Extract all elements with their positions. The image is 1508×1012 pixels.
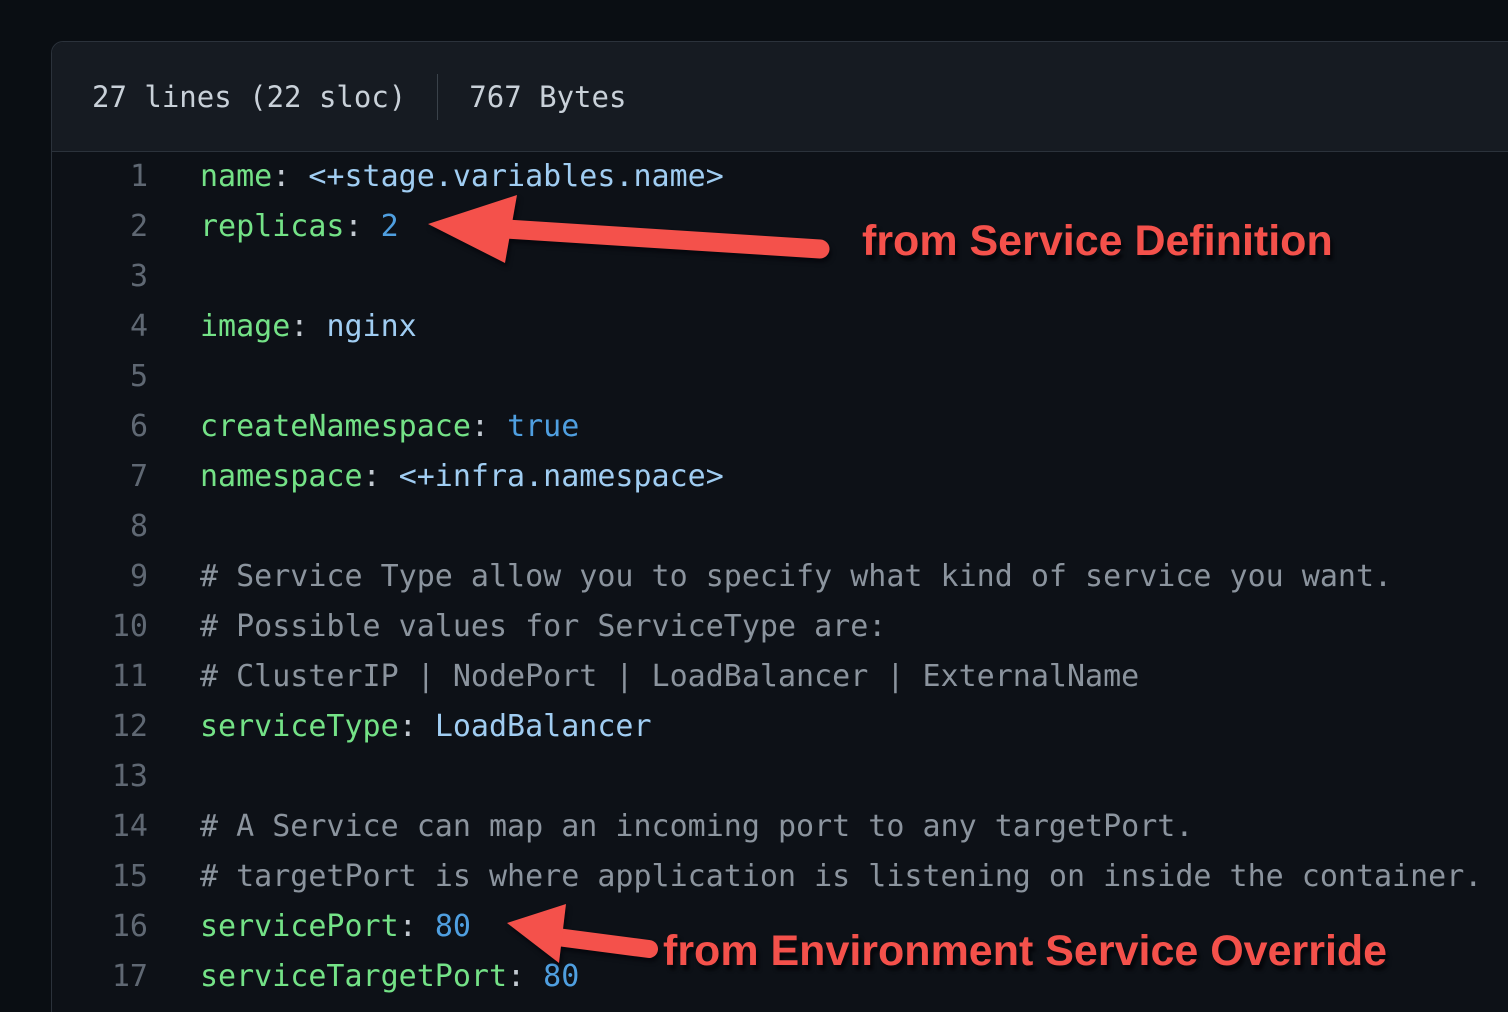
line-number[interactable]: 10 (52, 602, 148, 652)
code-line: 7namespace: <+infra.namespace> (52, 452, 1508, 502)
line-number[interactable]: 16 (52, 902, 148, 952)
code-text: # A Service can map an incoming port to … (148, 802, 1193, 852)
red-arrow-icon (410, 185, 842, 285)
line-number[interactable]: 3 (52, 252, 148, 302)
code-line: 10# Possible values for ServiceType are: (52, 602, 1508, 652)
line-number[interactable]: 14 (52, 802, 148, 852)
line-number[interactable]: 4 (52, 302, 148, 352)
code-text (148, 252, 200, 302)
line-number[interactable]: 6 (52, 402, 148, 452)
code-line: 9# Service Type allow you to specify wha… (52, 552, 1508, 602)
line-number[interactable]: 17 (52, 952, 148, 1002)
code-line: 8 (52, 502, 1508, 552)
code-text (148, 502, 200, 552)
line-number[interactable]: 5 (52, 352, 148, 402)
code-text (148, 352, 200, 402)
annotation-label-environment-service-override: from Environment Service Override (663, 930, 1387, 973)
code-text: serviceType: LoadBalancer (148, 702, 652, 752)
code-text: # Possible values for ServiceType are: (148, 602, 886, 652)
file-header-bar: 27 lines (22 sloc) 767 Bytes (52, 42, 1508, 152)
code-text: servicePort: 80 (148, 902, 471, 952)
code-text: replicas: 2 (148, 202, 399, 252)
file-lines-count: 27 lines (22 sloc) (92, 80, 406, 114)
code-line: 15# targetPort is where application is l… (52, 852, 1508, 902)
line-number[interactable]: 11 (52, 652, 148, 702)
code-text: # targetPort is where application is lis… (148, 852, 1482, 902)
line-number[interactable]: 1 (52, 152, 148, 202)
code-line: 12serviceType: LoadBalancer (52, 702, 1508, 752)
code-text: # Service Type allow you to specify what… (148, 552, 1392, 602)
code-text: image: nginx (148, 302, 417, 352)
code-line: 6createNamespace: true (52, 402, 1508, 452)
line-number[interactable]: 8 (52, 502, 148, 552)
line-number[interactable]: 9 (52, 552, 148, 602)
code-line: 11# ClusterIP | NodePort | LoadBalancer … (52, 652, 1508, 702)
code-line: 13 (52, 752, 1508, 802)
line-number[interactable]: 15 (52, 852, 148, 902)
code-line: 5 (52, 352, 1508, 402)
header-divider (437, 74, 438, 120)
code-line: 14# A Service can map an incoming port t… (52, 802, 1508, 852)
line-number[interactable]: 2 (52, 202, 148, 252)
code-text: createNamespace: true (148, 402, 579, 452)
line-number[interactable]: 13 (52, 752, 148, 802)
file-size: 767 Bytes (469, 80, 626, 114)
code-text: # ClusterIP | NodePort | LoadBalancer | … (148, 652, 1139, 702)
annotation-label-service-definition: from Service Definition (862, 220, 1333, 263)
code-text (148, 752, 200, 802)
red-arrow-icon (493, 893, 665, 971)
line-number[interactable]: 7 (52, 452, 148, 502)
line-number[interactable]: 12 (52, 702, 148, 752)
code-line: 4image: nginx (52, 302, 1508, 352)
code-text: namespace: <+infra.namespace> (148, 452, 724, 502)
